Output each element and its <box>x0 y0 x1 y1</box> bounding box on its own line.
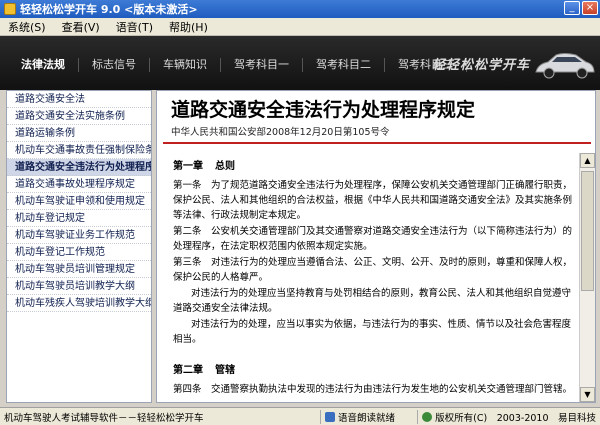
sidebar-item[interactable]: 机动车驾驶员培训教学大纲 <box>7 278 151 295</box>
nav-tabs: 法律法规 标志信号 车辆知识 驾考科目一 驾考科目二 驾考科目三 <box>8 58 467 72</box>
tab-vehicle[interactable]: 车辆知识 <box>150 58 221 72</box>
document-panel: 道路交通安全违法行为处理程序规定 中华人民共和国公安部2008年12月20日第1… <box>156 90 596 403</box>
document-meta: 中华人民共和国公安部2008年12月20日第105号令 <box>171 127 390 138</box>
minimize-button[interactable]: _ <box>564 1 580 15</box>
paragraph: 对违法行为的处理应当坚持教育与处罚相结合的原则，教育公民、法人和其他组织自觉遵守… <box>173 288 572 314</box>
status-app-name: 机动车驾驶人考试辅导软件－－轻轻松松学开车 <box>4 412 204 424</box>
sidebar-item[interactable]: 道路交通事故处理程序规定 <box>7 176 151 193</box>
document-body[interactable]: 第一章 总则 第一条 为了规范道路交通安全违法行为处理程序，保障公安机关交通管理部… <box>165 153 573 401</box>
app-icon <box>4 3 16 15</box>
car-icon <box>535 53 595 79</box>
chapter-label: 第二章 <box>173 365 203 376</box>
paragraph: 第四条 交通警察执勤执法中发现的违法行为由违法行为发生地的公安机关交通管理部门管… <box>173 384 573 395</box>
window-title: 轻轻松松学开车 9.0 <版本未激活> <box>20 3 198 16</box>
title-bar: 轻轻松松学开车 9.0 <版本未激活> _ × <box>0 0 600 18</box>
sidebar-item[interactable]: 道路运输条例 <box>7 125 151 142</box>
tab-exam1[interactable]: 驾考科目一 <box>221 58 303 72</box>
menu-voice[interactable]: 语音(T) <box>108 19 161 35</box>
window-controls: _ × <box>564 1 598 15</box>
sidebar-item-selected[interactable]: 道路交通安全违法行为处理程序 <box>7 159 151 176</box>
paragraph: 第三条 对违法行为的处理应当遵循合法、公正、文明、公开、及时的原则，尊重和保障人… <box>173 257 573 283</box>
menu-bar: 系统(S) 查看(V) 语音(T) 帮助(H) <box>0 18 600 36</box>
sidebar-item[interactable]: 机动车驾驶证业务工作规范 <box>7 227 151 244</box>
menu-help[interactable]: 帮助(H) <box>161 19 216 35</box>
sidebar-item[interactable]: 机动车驾驶员培训管理规定 <box>7 261 151 278</box>
brand-logo: 轻轻松松学开车 <box>431 58 530 73</box>
info-icon <box>422 411 433 422</box>
close-button[interactable]: × <box>582 1 598 15</box>
sidebar-item[interactable]: 道路交通安全法实施条例 <box>7 108 151 125</box>
sidebar-item[interactable]: 机动车登记工作规范 <box>7 244 151 261</box>
speaker-icon <box>325 411 335 422</box>
chapter-name: 管辖 <box>215 365 235 376</box>
tab-laws[interactable]: 法律法规 <box>8 58 79 72</box>
tab-signs[interactable]: 标志信号 <box>79 58 150 72</box>
paragraph: 第二条 公安机关交通管理部门及其交通警察对道路交通安全违法行为（以下简称违法行为… <box>173 226 573 252</box>
status-voice: 语音朗读就绪 <box>320 409 417 424</box>
chapter-label: 第一章 <box>173 161 203 172</box>
chapter-heading: 第一章 总则 <box>173 157 573 172</box>
chapter-name: 总则 <box>215 161 235 172</box>
nav-bar: 法律法规 标志信号 车辆知识 驾考科目一 驾考科目二 驾考科目三 轻轻松松学开车 <box>0 36 600 90</box>
copyright-text: 版权所有(C) 2003-2010 易目科技 <box>435 412 596 424</box>
sidebar-item[interactable]: 机动车登记规定 <box>7 210 151 227</box>
tab-exam2[interactable]: 驾考科目二 <box>303 58 385 72</box>
sidebar-item[interactable]: 机动车交通事故责任强制保险条 <box>7 142 151 159</box>
scroll-down-arrow-icon[interactable]: ▼ <box>580 387 595 402</box>
paragraph: 第一条 为了规范道路交通安全违法行为处理程序，保障公安机关交通管理部门正确履行职… <box>173 180 573 221</box>
menu-view[interactable]: 查看(V) <box>54 19 108 35</box>
voice-status-text: 语音朗读就绪 <box>338 412 396 424</box>
law-list-sidebar: 道路交通安全法 道路交通安全法实施条例 道路运输条例 机动车交通事故责任强制保险… <box>6 90 152 403</box>
vertical-scrollbar[interactable]: ▲ ▼ <box>579 153 595 402</box>
sidebar-item[interactable]: 机动车残疾人驾驶培训教学大纲 <box>7 295 151 312</box>
paragraph: 对违法行为的处理，应当以事实为依据，与违法行为的事实、性质、情节以及社会危害程度… <box>173 319 572 345</box>
sidebar-item[interactable]: 道路交通安全法 <box>7 91 151 108</box>
title-divider <box>163 142 591 144</box>
chapter-heading: 第二章 管辖 <box>173 361 573 376</box>
scroll-up-arrow-icon[interactable]: ▲ <box>580 153 595 168</box>
menu-system[interactable]: 系统(S) <box>0 19 54 35</box>
status-bar: 机动车驾驶人考试辅导软件－－轻轻松松学开车 语音朗读就绪 版权所有(C) 200… <box>0 407 600 425</box>
status-copyright: 版权所有(C) 2003-2010 易目科技 <box>417 409 600 424</box>
scroll-thumb[interactable] <box>581 171 594 291</box>
sidebar-item[interactable]: 机动车驾驶证申领和使用规定 <box>7 193 151 210</box>
document-title: 道路交通安全违法行为处理程序规定 <box>171 99 476 121</box>
